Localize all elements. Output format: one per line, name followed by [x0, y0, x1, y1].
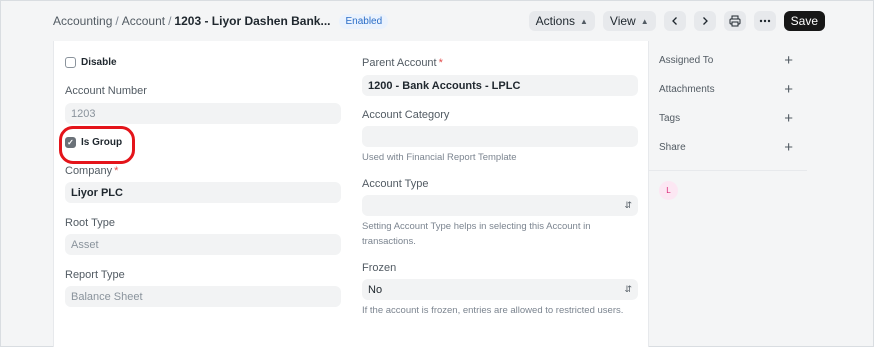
sidebar-item-label: Share [659, 142, 686, 153]
disable-checkbox-row[interactable]: Disable [65, 57, 117, 68]
add-share-plus-icon[interactable]: + [784, 139, 793, 156]
breadcrumb-separator: / [168, 14, 172, 28]
form-sidebar: Assigned To + Attachments + Tags + Share… [649, 41, 807, 347]
add-assignment-plus-icon[interactable]: + [784, 52, 793, 69]
add-tag-plus-icon[interactable]: + [784, 110, 793, 127]
required-marker: * [114, 165, 119, 177]
chevron-left-icon [671, 17, 677, 25]
annotation-highlight [59, 126, 135, 164]
account-type-help: Setting Account Type helps in selecting … [362, 221, 591, 247]
add-attachment-plus-icon[interactable]: + [784, 81, 793, 98]
breadcrumb-accounting[interactable]: Accounting [53, 14, 112, 28]
previous-button[interactable] [663, 11, 686, 31]
frozen-label: Frozen [362, 262, 397, 274]
updown-caret-icon: ▲︎ [640, 16, 649, 26]
company-label-text: Company [65, 165, 113, 177]
breadcrumb-account[interactable]: Account [122, 14, 165, 28]
chevron-right-icon [702, 17, 708, 25]
disable-label: Disable [81, 57, 117, 68]
select-caret-icon: ⇵ [624, 200, 632, 210]
account-category-field[interactable] [362, 126, 638, 147]
updown-caret-icon: ▲︎ [580, 16, 588, 26]
frozen-select[interactable]: No ⇵ [362, 279, 638, 300]
root-type-field: Asset [65, 234, 341, 255]
account-number-label: Account Number [65, 85, 147, 97]
view-button[interactable]: View ▲︎ [602, 11, 656, 31]
avatar[interactable]: L [659, 181, 678, 200]
account-type-label: Account Type [362, 178, 429, 190]
actions-button[interactable]: Actions ▲︎ [528, 11, 595, 31]
account-category-help: Used with Financial Report Template [362, 152, 517, 163]
sidebar-item-share: Share + [659, 139, 793, 156]
frozen-help: If the account is frozen, entries are al… [362, 305, 624, 316]
company-field[interactable]: Liyor PLC [65, 182, 341, 203]
is-group-checkbox-row[interactable]: ✓ Is Group [59, 126, 135, 164]
sidebar-item-attachments: Attachments + [659, 81, 793, 98]
printer-icon [729, 15, 741, 27]
breadcrumb-separator: / [115, 14, 119, 28]
sidebar-item-label: Tags [659, 113, 681, 124]
form-card: Disable Account Number 1203 ✓ Is Group C… [53, 41, 649, 347]
breadcrumb: Accounting / Account / 1203 - Liyor Dash… [53, 14, 330, 28]
root-type-label: Root Type [65, 217, 115, 229]
app-frame: Accounting / Account / 1203 - Liyor Dash… [0, 0, 874, 347]
sidebar-item-label: Attachments [659, 84, 715, 95]
status-badge: Enabled [339, 13, 389, 29]
page-title: 1203 - Liyor Dashen Bank... [174, 14, 331, 28]
required-marker: * [438, 57, 443, 69]
print-button[interactable] [723, 11, 746, 31]
disable-checkbox[interactable] [65, 57, 76, 68]
report-type-label: Report Type [65, 269, 125, 281]
account-category-label: Account Category [362, 109, 450, 121]
report-type-field: Balance Sheet [65, 286, 341, 307]
sidebar-item-label: Assigned To [659, 55, 714, 66]
page-header: Accounting / Account / 1203 - Liyor Dash… [53, 1, 825, 41]
sidebar-divider [649, 170, 807, 171]
ellipsis-icon [759, 19, 770, 23]
more-button[interactable] [753, 11, 776, 31]
parent-account-label-text: Parent Account [362, 57, 437, 69]
account-number-field[interactable]: 1203 [65, 103, 341, 124]
save-button[interactable]: Save [783, 11, 825, 31]
view-button-label: View [609, 14, 636, 28]
sidebar-item-tags: Tags + [659, 110, 793, 127]
sidebar-item-assigned-to: Assigned To + [659, 52, 793, 69]
select-caret-icon: ⇵ [624, 284, 632, 294]
next-button[interactable] [693, 11, 716, 31]
parent-account-field[interactable]: 1200 - Bank Accounts - LPLC [362, 75, 638, 96]
parent-account-label: Parent Account * [362, 57, 443, 69]
company-label: Company * [65, 165, 118, 177]
account-type-select[interactable]: ⇵ [362, 195, 638, 216]
actions-button-label: Actions [535, 14, 575, 28]
frozen-value: No [368, 283, 383, 296]
